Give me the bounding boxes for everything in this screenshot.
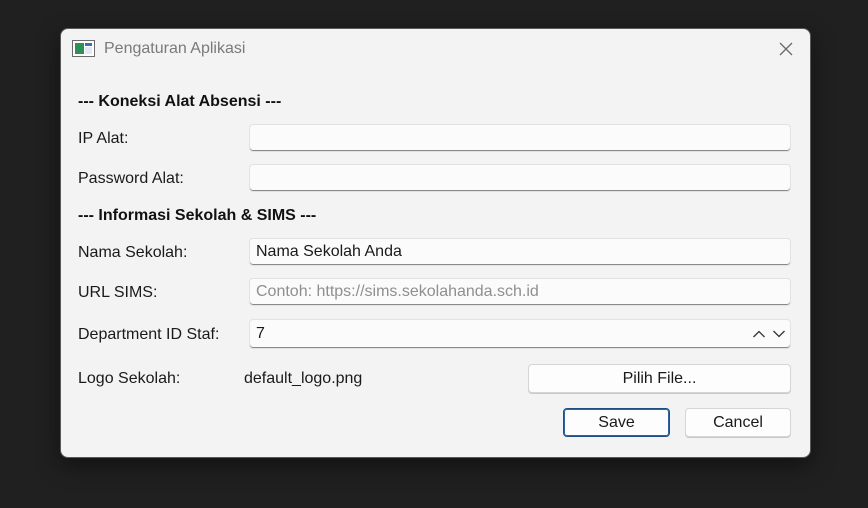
password-input[interactable] (249, 164, 791, 192)
password-label: Password Alat: (78, 170, 184, 187)
logo-label: Logo Sekolah: (78, 370, 181, 387)
settings-dialog: Pengaturan Aplikasi --- Koneksi Alat Abs… (60, 28, 811, 458)
close-button[interactable] (772, 37, 800, 61)
spin-up-button[interactable] (751, 325, 767, 343)
section-device-connection: --- Koneksi Alat Absensi --- (78, 93, 282, 110)
logo-filename: default_logo.png (244, 370, 363, 387)
school-name-label: Nama Sekolah: (78, 244, 188, 261)
dept-id-label: Department ID Staf: (78, 326, 220, 343)
close-icon (779, 42, 793, 56)
spin-down-button[interactable] (771, 325, 787, 343)
ip-label: IP Alat: (78, 130, 129, 147)
dept-id-value: 7 (256, 325, 265, 342)
window-title: Pengaturan Aplikasi (104, 40, 246, 57)
save-button[interactable]: Save (563, 408, 670, 437)
ip-input[interactable] (249, 124, 791, 152)
choose-file-button[interactable]: Pilih File... (528, 364, 791, 393)
section-school-info: --- Informasi Sekolah & SIMS --- (78, 207, 317, 224)
cancel-button[interactable]: Cancel (685, 408, 791, 437)
title-bar[interactable]: Pengaturan Aplikasi (61, 29, 810, 69)
sims-url-label: URL SIMS: (78, 284, 158, 301)
window-app-icon (72, 40, 95, 57)
chevron-up-icon (753, 330, 765, 338)
school-name-input[interactable] (249, 238, 791, 266)
sims-url-input[interactable] (249, 278, 791, 306)
dept-id-spinbox[interactable]: 7 (249, 319, 791, 349)
chevron-down-icon (773, 330, 785, 338)
